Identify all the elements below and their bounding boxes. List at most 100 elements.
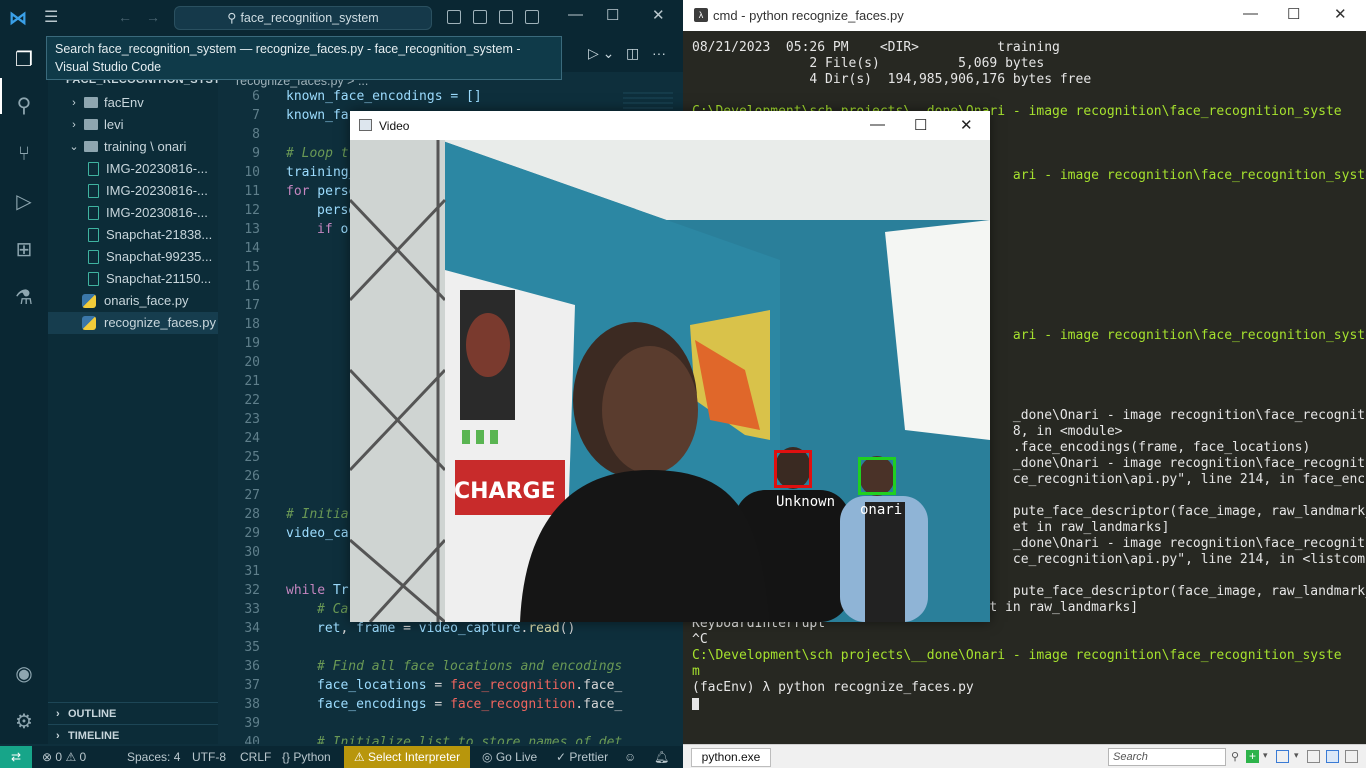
minimize-icon[interactable]: —: [568, 6, 583, 23]
timeline-label: TIMELINE: [68, 730, 120, 742]
customize-layout-icon[interactable]: [525, 10, 539, 24]
layout-icon[interactable]: [1326, 750, 1339, 763]
close-icon[interactable]: ✕: [652, 6, 665, 24]
maximize-icon[interactable]: ☐: [914, 116, 927, 134]
tree-item[interactable]: Snapchat-99235...: [48, 246, 218, 268]
tree-item[interactable]: ⌄ training \ onari: [48, 136, 218, 158]
split-editor-icon[interactable]: ◫: [626, 45, 639, 62]
dropdown-icon[interactable]: ▾: [1294, 750, 1307, 763]
line-number: 19: [244, 336, 260, 351]
command-center-search[interactable]: ⚲ face_recognition_system: [174, 6, 432, 30]
line-number: 21: [244, 374, 260, 389]
settings-gear-icon[interactable]: ⚙: [10, 708, 38, 736]
timeline-section[interactable]: › TIMELINE: [48, 724, 218, 746]
lock-icon[interactable]: [1307, 750, 1320, 763]
code-line-29: video_ca: [286, 526, 349, 541]
chevron-right-icon: ›: [72, 97, 76, 109]
code-line-7: known_fac: [286, 108, 356, 123]
code-line-36: # Find all face locations and encodings: [317, 659, 622, 674]
console-tab[interactable]: python.exe: [691, 748, 771, 767]
chevron-right-icon: ›: [56, 708, 60, 720]
toggle-secondary-sidebar-icon[interactable]: [499, 10, 513, 24]
line-number: 15: [244, 260, 260, 275]
broadcast-icon: ◎: [482, 750, 493, 764]
tree-item[interactable]: Snapchat-21150...: [48, 268, 218, 290]
image-file-icon: [88, 206, 99, 220]
tree-item[interactable]: IMG-20230816-...: [48, 158, 218, 180]
testing-flask-icon[interactable]: ⚗: [10, 284, 38, 312]
tree-item[interactable]: Snapchat-21838...: [48, 224, 218, 246]
outline-section[interactable]: › OUTLINE: [48, 702, 218, 724]
code-line-13: if o: [317, 222, 348, 237]
source-control-icon[interactable]: ⑂: [10, 140, 38, 168]
minimize-icon[interactable]: —: [870, 116, 885, 133]
python-file-icon: [82, 316, 96, 330]
indentation-status[interactable]: Spaces: 4: [127, 746, 180, 768]
line-number: 30: [244, 545, 260, 560]
feedback-icon[interactable]: ☺: [624, 746, 636, 768]
tree-item[interactable]: › facEnv: [48, 92, 218, 114]
select-interpreter-button[interactable]: ⚠ Select Interpreter: [344, 746, 470, 768]
split-view-icon[interactable]: [1276, 750, 1289, 763]
search-icon[interactable]: ⚲: [1231, 750, 1244, 763]
language-mode[interactable]: {} Python: [282, 746, 331, 768]
encoding-status[interactable]: UTF-8: [192, 746, 226, 768]
new-console-icon[interactable]: +: [1246, 750, 1259, 763]
go-live-button[interactable]: ◎ Go Live: [482, 746, 537, 768]
close-icon[interactable]: ✕: [1334, 5, 1347, 23]
code-line-34: ret, frame = video_capture.read(): [317, 621, 575, 636]
code-line-33: # Ca: [317, 602, 348, 617]
maximize-icon[interactable]: ☐: [1287, 5, 1300, 23]
dropdown-icon[interactable]: ▾: [1263, 750, 1276, 763]
terminal-line: 08/21/2023 05:26 PM <DIR> training: [692, 40, 1060, 55]
toggle-sidebar-icon[interactable]: [447, 10, 461, 24]
prettier-status[interactable]: ✓ Prettier: [556, 746, 608, 768]
search-activity-icon[interactable]: ⚲: [10, 92, 38, 120]
desktop: ⋈ ☰ ← → ⚲ face_recognition_system — ☐ ✕ ❐…: [0, 0, 1366, 768]
menu-icon[interactable]: [1345, 750, 1358, 763]
tree-item[interactable]: › levi: [48, 114, 218, 136]
run-python-icon[interactable]: ▷ ⌄: [588, 45, 614, 62]
explorer-sidebar: FACE_RECOGNITION_SYST... › facEnv › levi ⌄ tr…: [48, 36, 229, 744]
chevron-down-icon: ⌄: [69, 141, 79, 153]
prettier-label: Prettier: [569, 750, 609, 764]
console-search-input[interactable]: Search: [1108, 748, 1226, 766]
code-token: face_recognition: [450, 678, 576, 693]
run-debug-icon[interactable]: ▷: [10, 188, 38, 216]
tree-item[interactable]: IMG-20230816-...: [48, 202, 218, 224]
tree-item-label: Snapchat-21838...: [106, 227, 213, 242]
more-actions-icon[interactable]: ···: [652, 45, 666, 61]
remote-indicator-icon[interactable]: ⇄: [0, 746, 32, 768]
account-icon[interactable]: ◉: [10, 660, 38, 688]
braces-icon: {}: [282, 750, 291, 764]
back-arrow-icon[interactable]: ←: [118, 9, 132, 25]
extensions-icon[interactable]: ⊞: [10, 236, 38, 264]
code-token: o: [332, 222, 349, 237]
status-bar: ⇄ ⊗ 0 ⚠ 0 Spaces: 4 UTF-8 CRLF {} Python…: [0, 746, 683, 768]
explorer-icon[interactable]: ❐: [10, 46, 38, 74]
eol-status[interactable]: CRLF: [240, 746, 271, 768]
toggle-panel-icon[interactable]: [473, 10, 487, 24]
minimize-icon[interactable]: —: [1243, 5, 1258, 22]
video-titlebar: Video — ☐ ✕: [350, 111, 990, 140]
menu-icon[interactable]: ☰: [44, 9, 64, 27]
code-line-40: # Initialize list to store names of det: [317, 735, 622, 744]
code-token: for: [286, 184, 310, 199]
line-number: 8: [252, 127, 260, 142]
line-number: 25: [244, 450, 260, 465]
problems-indicator[interactable]: ⊗ 0 ⚠ 0: [42, 746, 86, 768]
code-token: while: [286, 583, 326, 598]
tree-item-label: facEnv: [104, 95, 144, 110]
forward-arrow-icon[interactable]: →: [146, 9, 160, 25]
tree-item[interactable]: recognize_faces.py: [48, 312, 218, 334]
tree-item[interactable]: onaris_face.py: [48, 290, 218, 312]
close-icon[interactable]: ✕: [960, 116, 973, 134]
notifications-bell-icon[interactable]: 🔔︎: [654, 746, 669, 768]
maximize-icon[interactable]: ☐: [606, 6, 619, 24]
terminal-line: (facEnv) λ python recognize_faces.py: [692, 680, 974, 695]
video-title: Video: [379, 119, 410, 133]
code-token: # Loop t: [286, 146, 349, 161]
line-number: 36: [244, 659, 260, 674]
face-bounding-box: [774, 450, 812, 488]
tree-item[interactable]: IMG-20230816-...: [48, 180, 218, 202]
